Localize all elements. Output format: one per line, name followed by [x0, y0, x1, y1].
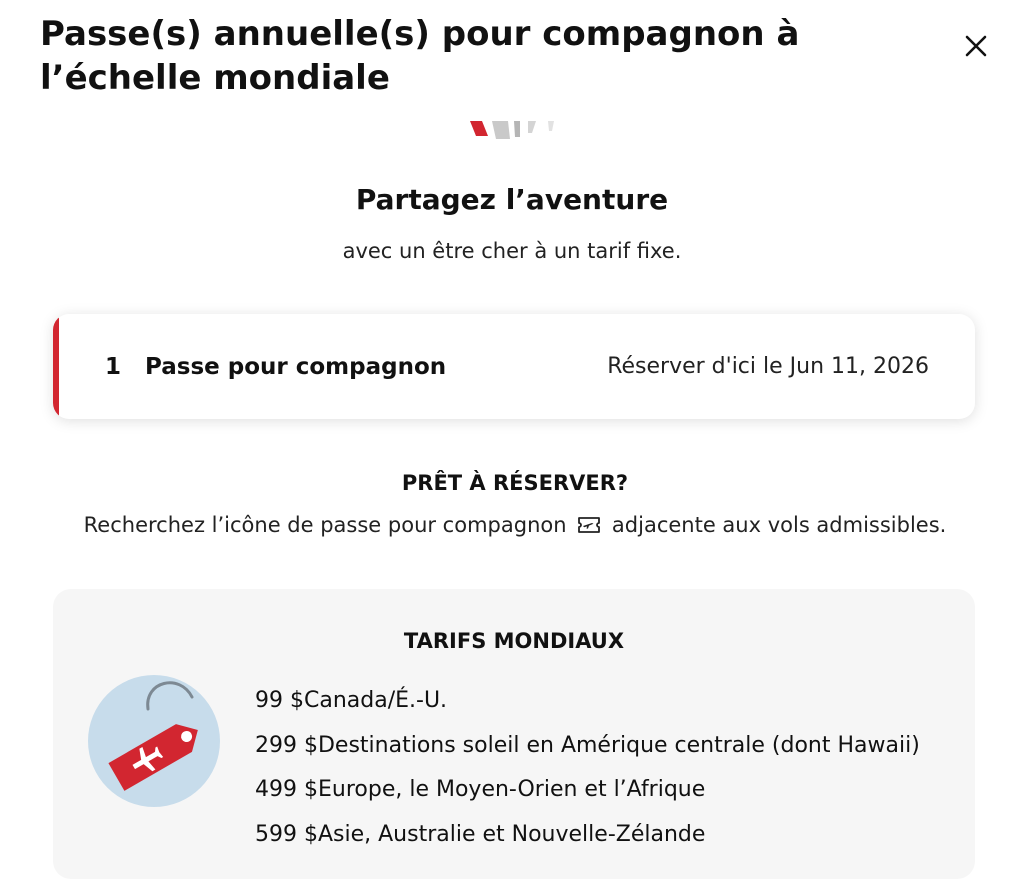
- rate-row: 99 $Canada/É.-U.: [255, 679, 920, 724]
- rate-price: 599 $: [255, 821, 318, 847]
- hero-subheading: avec un être cher à un tarif fixe.: [342, 239, 682, 263]
- rates-title: TARIFS MONDIAUX: [403, 629, 625, 653]
- close-button[interactable]: [960, 30, 992, 62]
- rate-price: 299 $: [255, 732, 318, 758]
- hero-heading: Partagez l’aventure: [355, 183, 669, 216]
- rate-destination: Asie, Australie et Nouvelle-Zélande: [317, 821, 706, 847]
- rate-row: 599 $Asie, Australie et Nouvelle-Zélande: [255, 813, 920, 858]
- modal-header: Passe(s) annuelle(s) pour compagnon à l’…: [0, 0, 1024, 118]
- rate-destination: Europe, le Moyen-Orien et l’Afrique: [317, 777, 706, 802]
- card-accent-bar: [53, 314, 59, 419]
- price-tag-plane-icon: [88, 675, 220, 807]
- close-icon: [965, 35, 987, 57]
- ready-text-after: adjacente aux vols admissibles.: [611, 513, 947, 537]
- rate-destination: Destinations soleil en Amérique centrale…: [317, 732, 920, 758]
- rate-destination: Canada/É.-U.: [303, 688, 448, 713]
- rate-row: 499 $Europe, le Moyen-Orien et l’Afrique: [255, 768, 920, 813]
- rate-price: 499 $: [255, 777, 318, 802]
- companion-pass-ticket-icon: [578, 517, 601, 533]
- pass-count: 1: [105, 354, 122, 380]
- ready-to-book-text: Recherchez l’icône de passe pour compagn…: [0, 510, 1024, 540]
- global-rates-card: TARIFS MONDIAUX 99 $Canada/É.-U. 299 $De…: [53, 589, 975, 879]
- modal-title: Passe(s) annuelle(s) pour compagnon à l’…: [40, 14, 800, 98]
- rate-row: 299 $Destinations soleil en Amérique cen…: [255, 724, 920, 769]
- pass-label: Passe pour compagnon: [145, 354, 447, 380]
- companion-pass-card[interactable]: 1 Passe pour compagnon Réserver d'ici le…: [53, 314, 975, 419]
- rate-price: 99 $: [255, 688, 304, 713]
- ready-text-before: Recherchez l’icône de passe pour compagn…: [83, 513, 567, 537]
- booking-deadline: Réserver d'ici le Jun 11, 2026: [607, 354, 929, 379]
- ready-to-book-heading: PRÊT À RÉSERVER?: [401, 471, 629, 495]
- banner-illustration-icon: [470, 121, 554, 139]
- rates-list: 99 $Canada/É.-U. 299 $Destinations solei…: [255, 679, 920, 857]
